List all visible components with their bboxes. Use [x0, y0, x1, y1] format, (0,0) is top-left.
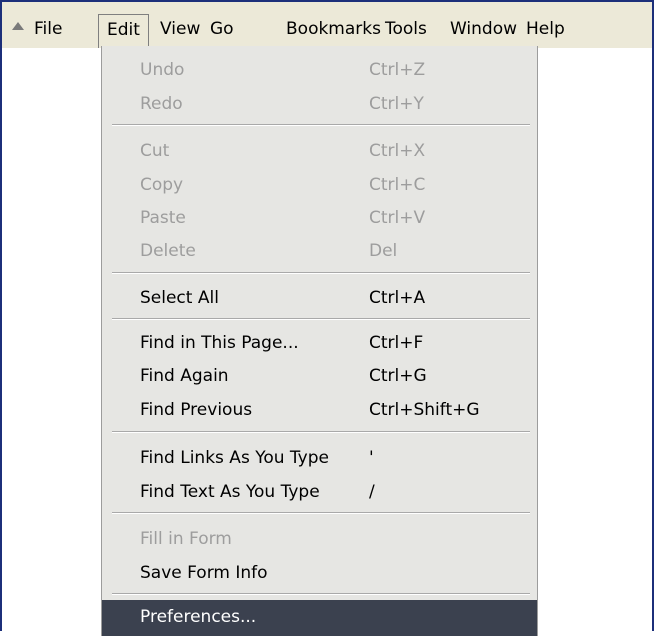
menu-item-find-links[interactable]: Find Links As You Type ' — [102, 441, 537, 475]
menu-item-label: Find Text As You Type — [140, 482, 320, 502]
menu-item-find-previous[interactable]: Find Previous Ctrl+Shift+G — [102, 393, 537, 427]
menu-item-label: Find Again — [140, 366, 229, 386]
menu-item-label: Cut — [140, 141, 170, 161]
menu-item-paste[interactable]: Paste Ctrl+V — [102, 201, 537, 235]
menu-tools[interactable]: Tools — [377, 14, 435, 48]
menu-item-find-in-page[interactable]: Find in This Page... Ctrl+F — [102, 326, 537, 360]
menu-item-cut[interactable]: Cut Ctrl+X — [102, 134, 537, 168]
menu-item-shortcut: Ctrl+C — [369, 175, 426, 195]
toolbar-grip-icon[interactable] — [12, 22, 24, 30]
menu-item-shortcut: Ctrl+F — [369, 333, 424, 353]
menu-item-shortcut: ' — [369, 448, 374, 468]
menu-item-shortcut: Ctrl+Y — [369, 94, 424, 114]
menu-go[interactable]: Go — [202, 14, 242, 48]
menu-item-label: Redo — [140, 94, 183, 114]
menu-item-copy[interactable]: Copy Ctrl+C — [102, 168, 537, 202]
menu-item-label: Paste — [140, 208, 186, 228]
menu-item-undo[interactable]: Undo Ctrl+Z — [102, 53, 537, 87]
menu-help[interactable]: Help — [518, 14, 573, 48]
menu-item-shortcut: Ctrl+G — [369, 366, 427, 386]
menu-separator — [112, 272, 530, 274]
menu-item-find-text[interactable]: Find Text As You Type / — [102, 475, 537, 509]
menu-item-fill-in-form[interactable]: Fill in Form — [102, 522, 537, 556]
menu-item-label: Fill in Form — [140, 529, 232, 549]
menu-item-label: Preferences... — [140, 607, 257, 627]
menu-item-label: Save Form Info — [140, 563, 268, 583]
menu-item-find-again[interactable]: Find Again Ctrl+G — [102, 359, 537, 393]
menu-file[interactable]: File — [26, 14, 70, 48]
menu-edit[interactable]: Edit — [98, 14, 149, 48]
menu-separator — [112, 124, 530, 126]
menu-window[interactable]: Window — [442, 14, 525, 48]
menu-item-shortcut: Ctrl+Z — [369, 60, 426, 80]
menu-bookmarks[interactable]: Bookmarks — [278, 14, 389, 48]
menu-separator — [112, 318, 530, 320]
menu-item-shortcut: Ctrl+A — [369, 288, 426, 308]
menu-item-shortcut: Ctrl+Shift+G — [369, 400, 480, 420]
menu-item-shortcut: Ctrl+X — [369, 141, 426, 161]
menu-item-save-form-info[interactable]: Save Form Info — [102, 556, 537, 590]
menu-view[interactable]: View — [152, 14, 208, 48]
edit-menu-dropdown: Undo Ctrl+Z Redo Ctrl+Y Cut Ctrl+X Copy … — [101, 46, 538, 636]
menu-item-shortcut: / — [369, 482, 375, 502]
menu-bar: File Edit View Go Bookmarks Tools Window… — [2, 2, 652, 48]
menu-item-label: Delete — [140, 241, 196, 261]
menu-item-select-all[interactable]: Select All Ctrl+A — [102, 281, 537, 315]
menu-item-shortcut: Del — [369, 241, 398, 261]
menu-separator — [112, 431, 530, 433]
menu-item-label: Undo — [140, 60, 185, 80]
menu-item-shortcut: Ctrl+V — [369, 208, 426, 228]
menu-item-label: Find Links As You Type — [140, 448, 329, 468]
menu-item-label: Find Previous — [140, 400, 253, 420]
menu-item-label: Copy — [140, 175, 184, 195]
menu-item-delete[interactable]: Delete Del — [102, 234, 537, 268]
menu-item-label: Select All — [140, 288, 219, 308]
menu-separator — [112, 512, 530, 514]
menu-item-label: Find in This Page... — [140, 333, 299, 353]
menu-separator — [112, 593, 530, 595]
menu-item-redo[interactable]: Redo Ctrl+Y — [102, 87, 537, 121]
